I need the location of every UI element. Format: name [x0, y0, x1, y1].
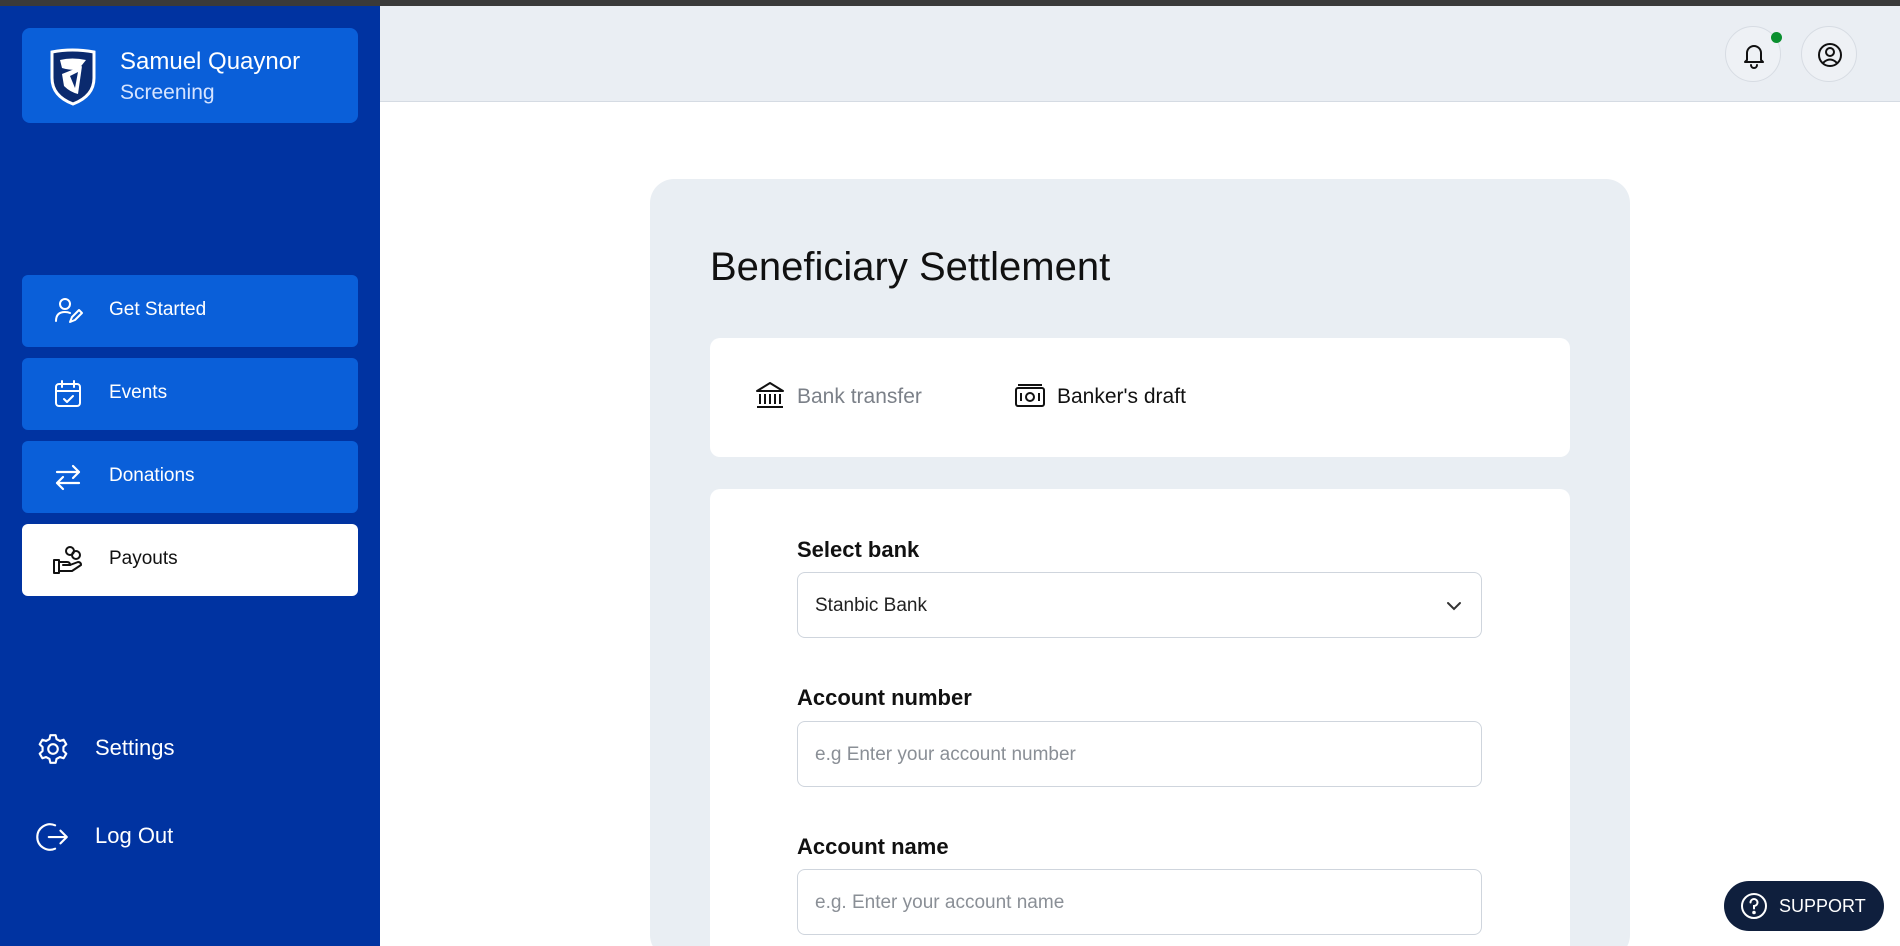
sidebar-item-logout[interactable]: Log Out: [36, 816, 236, 856]
profile-card[interactable]: Samuel Quaynor Screening: [22, 28, 358, 123]
settlement-method-tabs: Bank transfer Banker's draft: [710, 338, 1570, 457]
sidebar-item-payouts[interactable]: Payouts: [22, 524, 358, 596]
bank-icon: [756, 382, 784, 408]
account-number-label: Account number: [797, 685, 972, 710]
account-name-placeholder: e.g. Enter your account name: [815, 892, 1065, 913]
sidebar-item-label: Log Out: [95, 823, 174, 848]
tab-label: Banker's draft: [1057, 385, 1186, 408]
bank-select-value: Stanbic Bank: [815, 595, 927, 616]
support-button[interactable]: SUPPORT: [1724, 881, 1884, 931]
logout-icon: [36, 823, 68, 851]
sidebar-item-settings[interactable]: Settings: [36, 728, 236, 768]
top-header: [380, 6, 1900, 102]
sidebar-item-get-started[interactable]: Get Started: [22, 275, 358, 347]
sidebar-item-label: Get Started: [109, 299, 207, 320]
account-name-field[interactable]: e.g. Enter your account name: [797, 869, 1482, 935]
sidebar-item-events[interactable]: Events: [22, 358, 358, 430]
chevron-down-icon: [1447, 602, 1461, 611]
gear-icon: [38, 734, 68, 764]
select-bank-label: Select bank: [797, 537, 920, 562]
notifications-button[interactable]: [1725, 26, 1782, 82]
page-title: Beneficiary Settlement: [710, 245, 1111, 289]
calendar-check-icon: [55, 380, 81, 407]
account-name-label: Account name: [797, 834, 949, 859]
profile-name: Samuel Quaynor: [120, 48, 301, 75]
support-label: SUPPORT: [1779, 896, 1866, 916]
tab-label: Bank transfer: [797, 385, 922, 408]
account-number-placeholder: e.g Enter your account number: [815, 744, 1076, 765]
tab-bank-transfer[interactable]: Bank transfer: [754, 380, 954, 416]
bank-details-form: Select bank Stanbic Bank Account number …: [710, 489, 1570, 946]
hand-coins-icon: [53, 546, 82, 574]
bell-icon: [1744, 45, 1764, 69]
user-circle-icon: [1818, 43, 1842, 67]
sidebar-item-label: Events: [109, 382, 168, 403]
account-number-field[interactable]: e.g Enter your account number: [797, 721, 1482, 787]
profile-role: Screening: [120, 81, 215, 104]
banknote-icon: [1015, 384, 1045, 407]
sidebar-item-donations[interactable]: Donations: [22, 441, 358, 513]
transfer-arrows-icon: [55, 464, 81, 491]
bank-select[interactable]: Stanbic Bank: [797, 572, 1482, 638]
user-edit-icon: [55, 298, 83, 323]
sidebar-item-label: Payouts: [109, 548, 178, 569]
tab-bankers-draft[interactable]: Banker's draft: [1014, 380, 1234, 416]
help-circle-icon: [1741, 893, 1767, 919]
beneficiary-settlement-card: Beneficiary Settlement Bank transfer Ban…: [650, 179, 1630, 946]
sidebar: Samuel Quaynor Screening Get Started Eve…: [0, 6, 380, 946]
notification-dot: [1771, 32, 1782, 43]
sidebar-item-label: Settings: [95, 735, 175, 760]
sidebar-item-label: Donations: [109, 465, 195, 486]
account-button[interactable]: [1801, 26, 1857, 82]
